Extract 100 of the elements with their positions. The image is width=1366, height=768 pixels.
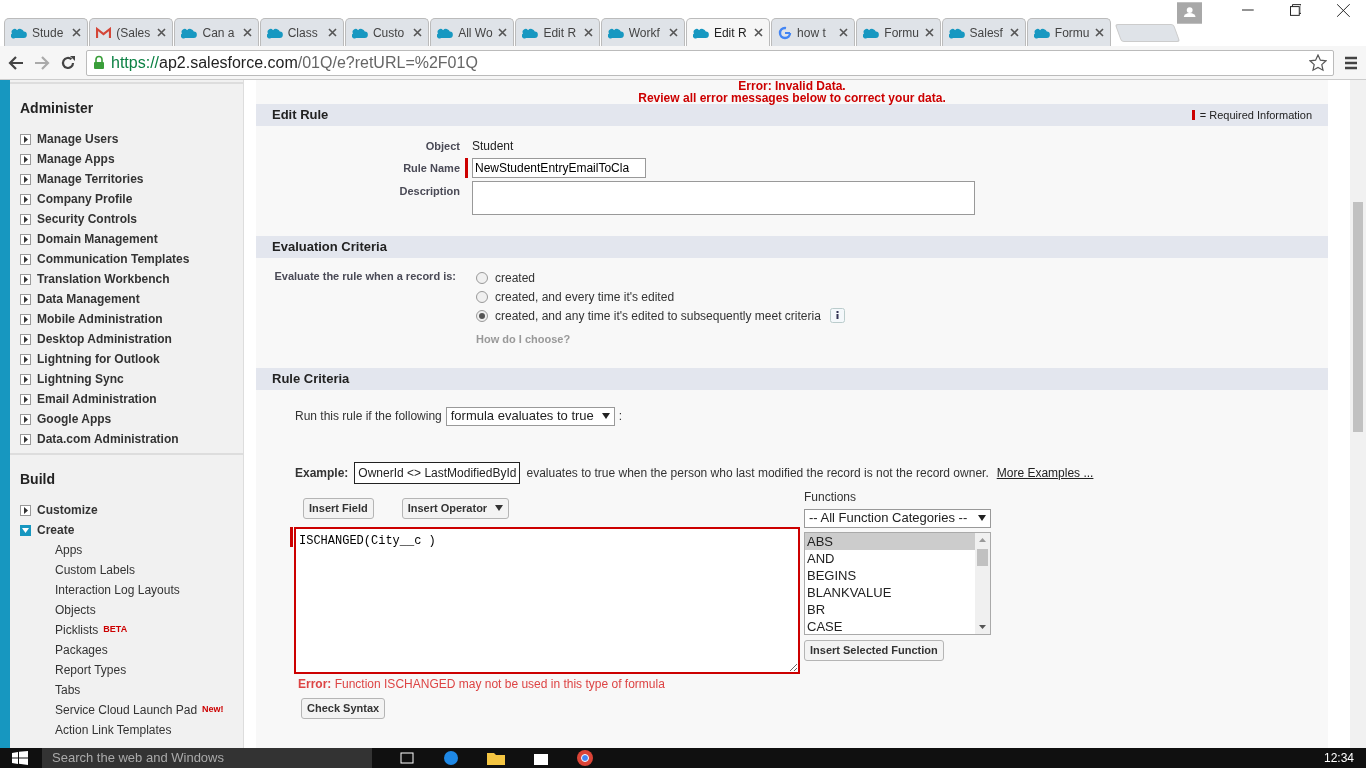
radio-button[interactable] <box>476 271 488 284</box>
close-icon[interactable] <box>1095 28 1105 37</box>
scrollbar[interactable] <box>1350 80 1366 748</box>
criteria-dropdown[interactable]: formula evaluates to true <box>445 406 615 426</box>
sidebar-link[interactable]: Apps <box>55 541 83 559</box>
collapse-icon[interactable] <box>20 524 31 536</box>
expand-icon[interactable] <box>20 333 31 345</box>
sidebar-item[interactable]: Google Apps <box>37 410 112 428</box>
check-syntax-button[interactable]: Check Syntax <box>301 697 386 719</box>
function-item[interactable]: BEGINS <box>805 566 975 584</box>
expand-icon[interactable] <box>20 353 31 365</box>
scrollbar[interactable] <box>975 532 990 634</box>
chrome-icon[interactable] <box>576 749 594 767</box>
sidebar-link[interactable]: Tabs <box>55 681 81 699</box>
expand-icon[interactable] <box>20 193 31 205</box>
function-item[interactable]: ABS <box>805 532 975 550</box>
task-view-icon[interactable] <box>398 751 416 765</box>
sidebar-item[interactable]: Email Administration <box>37 390 157 408</box>
radio-button[interactable] <box>476 309 488 322</box>
browser-tab[interactable]: Stude <box>4 18 89 46</box>
browser-tab[interactable]: (Sales <box>89 18 174 46</box>
browser-tab[interactable]: Can a <box>174 18 259 46</box>
expand-icon[interactable] <box>20 433 31 445</box>
address-bar[interactable]: https://ap2.salesforce.com/01Q/e?retURL=%2F01Q <box>86 49 1334 76</box>
close-icon[interactable] <box>754 28 764 37</box>
close-icon[interactable] <box>157 28 167 37</box>
browser-tab[interactable]: Formu <box>1026 18 1112 46</box>
sidebar-item[interactable]: Lightning for Outlook <box>37 350 160 368</box>
expand-icon[interactable] <box>20 504 31 516</box>
function-list[interactable]: ABS AND BEGINS BLANKVALUE BR CASE <box>804 531 991 635</box>
browser-tab[interactable]: Workf <box>600 18 685 46</box>
function-item[interactable]: CASE <box>805 617 975 635</box>
expand-icon[interactable] <box>20 393 31 405</box>
menu-icon[interactable] <box>1344 55 1358 70</box>
close-icon[interactable] <box>668 28 678 37</box>
reload-icon[interactable] <box>60 54 76 71</box>
info-icon[interactable] <box>829 308 845 323</box>
browser-tab[interactable]: Formu <box>856 18 941 46</box>
sidebar-item[interactable]: Company Profile <box>37 190 133 208</box>
sidebar-link[interactable]: Custom Labels <box>55 561 136 579</box>
browser-tab[interactable]: Class <box>259 18 344 46</box>
sidebar-item[interactable]: Data.com Administration <box>37 430 179 448</box>
sidebar-link[interactable]: Service Cloud Launch Pad <box>55 701 198 719</box>
sidebar-item[interactable]: Manage Users <box>37 130 119 148</box>
radio-button[interactable] <box>476 290 488 303</box>
expand-icon[interactable] <box>20 133 31 145</box>
windows-icon[interactable] <box>12 751 28 765</box>
sidebar-item[interactable]: Manage Territories <box>37 170 144 188</box>
close-icon[interactable] <box>1337 4 1351 17</box>
close-icon[interactable] <box>72 28 82 37</box>
sidebar-item[interactable]: Customize <box>37 501 98 519</box>
expand-icon[interactable] <box>20 173 31 185</box>
expand-icon[interactable] <box>20 233 31 245</box>
sidebar-link[interactable]: Interaction Log Layouts <box>55 581 180 599</box>
toolbar-button[interactable]: Insert Field <box>303 497 374 519</box>
close-icon[interactable] <box>924 28 934 37</box>
formula-editor[interactable]: ISCHANGED(City__c ) <box>294 526 800 674</box>
expand-icon[interactable] <box>20 253 31 265</box>
sidebar-item[interactable]: Create <box>37 521 75 539</box>
expand-icon[interactable] <box>20 293 31 305</box>
expand-icon[interactable] <box>20 273 31 285</box>
browser-tab[interactable]: Custo <box>344 18 430 46</box>
expand-icon[interactable] <box>20 373 31 385</box>
sidebar-item[interactable]: Data Management <box>37 290 140 308</box>
search-field[interactable]: Search the web and Windows <box>42 748 372 768</box>
close-icon[interactable] <box>242 28 252 37</box>
star-icon[interactable] <box>1309 53 1327 72</box>
sidebar-link[interactable]: Objects <box>55 601 96 619</box>
function-item[interactable]: BR <box>805 600 975 618</box>
expand-icon[interactable] <box>20 213 31 225</box>
sidebar-item[interactable]: Translation Workbench <box>37 270 170 288</box>
more-examples-link[interactable]: More Examples ... <box>996 463 1094 482</box>
sidebar-item[interactable]: Domain Management <box>37 230 158 248</box>
close-icon[interactable] <box>1009 28 1019 37</box>
close-icon[interactable] <box>327 28 337 37</box>
function-item[interactable]: AND <box>805 549 975 567</box>
sidebar-item[interactable]: Mobile Administration <box>37 310 163 328</box>
expand-icon[interactable] <box>20 153 31 165</box>
toolbar-button[interactable]: Insert Operator <box>401 497 510 519</box>
back-icon[interactable] <box>8 55 24 70</box>
sidebar-item[interactable]: Security Controls <box>37 210 138 228</box>
browser-tab[interactable]: how t <box>771 18 856 46</box>
sidebar-link[interactable]: Report Types <box>55 661 127 679</box>
expand-icon[interactable] <box>20 413 31 425</box>
sidebar-item[interactable]: Desktop Administration <box>37 330 172 348</box>
browser-tab[interactable]: All Wo <box>430 18 515 46</box>
description-field[interactable] <box>472 181 975 215</box>
sidebar-item[interactable]: Manage Apps <box>37 150 115 168</box>
sidebar-link[interactable]: Action Link Templates <box>55 721 172 739</box>
function-item[interactable]: BLANKVALUE <box>805 583 975 601</box>
close-icon[interactable] <box>413 28 423 37</box>
close-icon[interactable] <box>583 28 593 37</box>
expand-icon[interactable] <box>20 313 31 325</box>
folder-icon[interactable] <box>486 750 506 766</box>
sidebar-item[interactable]: Communication Templates <box>37 250 190 268</box>
browser-tab[interactable]: Edit R <box>515 18 600 46</box>
sidebar-item[interactable]: Lightning Sync <box>37 370 124 388</box>
insert-function-button[interactable]: Insert Selected Function <box>804 639 944 661</box>
browser-tab[interactable]: Salesf <box>941 18 1026 46</box>
sidebar-link[interactable]: Picklists <box>55 621 99 639</box>
